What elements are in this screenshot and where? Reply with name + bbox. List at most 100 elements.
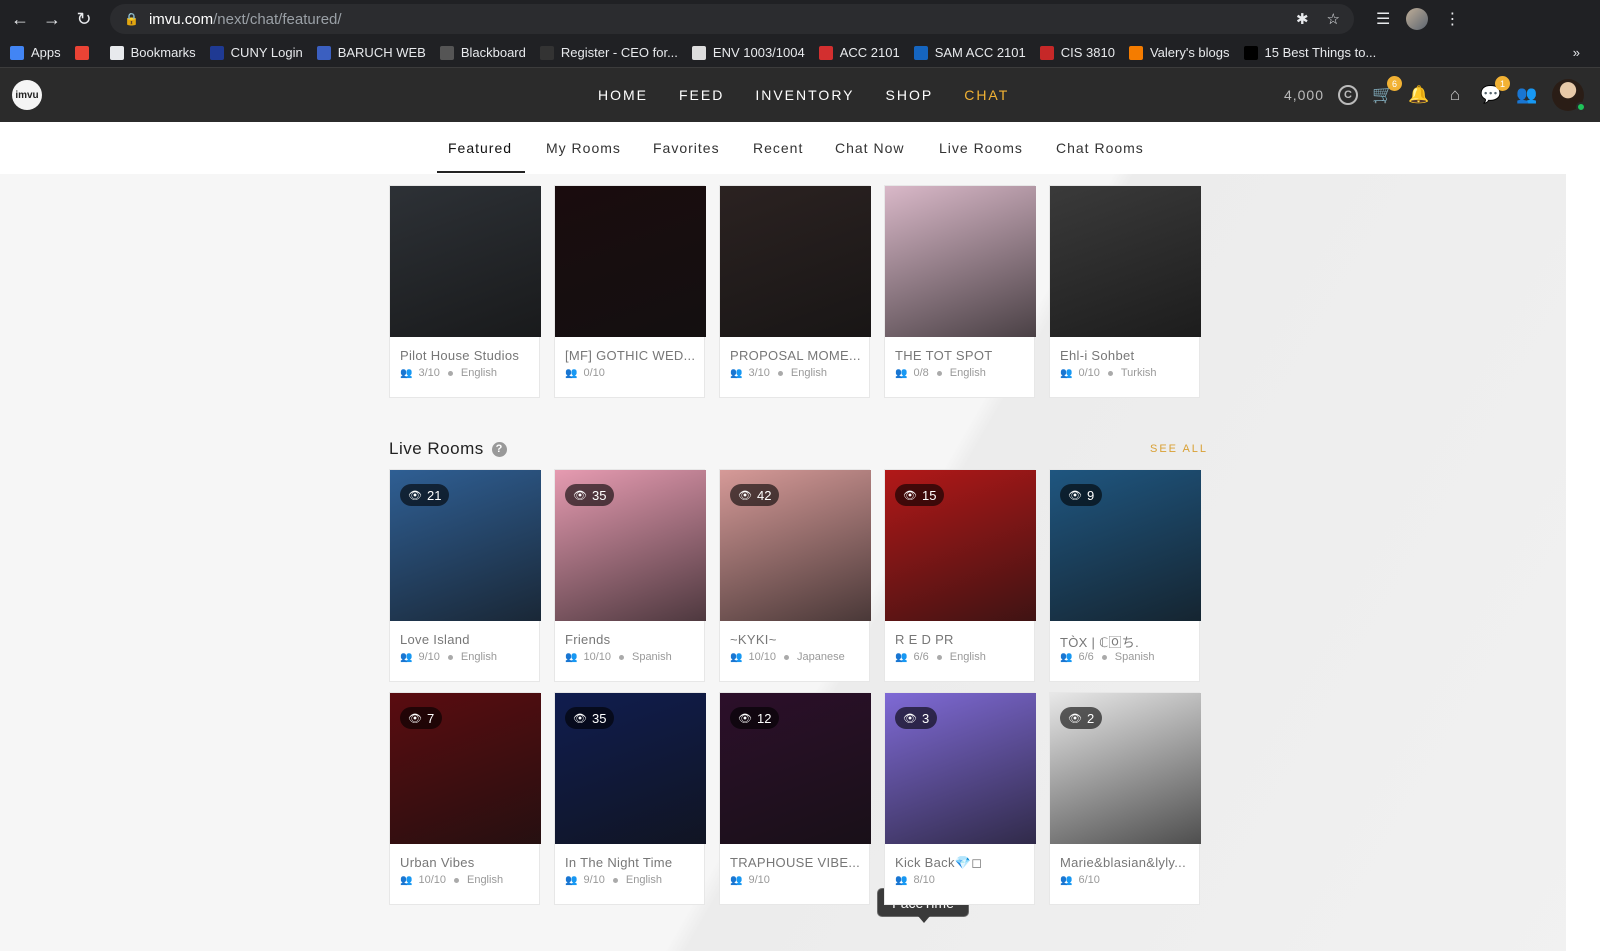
room-occupancy: 0/10 [583, 367, 605, 379]
tab-recent[interactable]: Recent [753, 140, 803, 156]
bookmark-item[interactable]: CUNY Login [209, 45, 303, 60]
room-thumbnail[interactable]: 👁 42 [720, 470, 871, 621]
room-meta: 👥 8/10 [895, 874, 935, 886]
live-room-card[interactable]: 👁 3 Kick Back💎◻ 👥 8/10 [884, 692, 1036, 905]
bookmark-item[interactable]: Apps [10, 45, 61, 60]
back-arrow-icon[interactable]: ← [4, 3, 36, 35]
room-thumbnail[interactable]: 👁 15 [885, 470, 1036, 621]
bookmark-item[interactable]: Blackboard [439, 45, 526, 60]
credits-balance: 4,000 [1283, 87, 1324, 103]
tab-featured[interactable]: Featured [448, 140, 512, 156]
room-meta: 👥 0/10 Turkish [1060, 367, 1157, 379]
live-rooms-title: Live Rooms [389, 439, 484, 458]
bookmark-item[interactable]: Bookmarks [109, 45, 196, 60]
eye-icon: 👁 [408, 712, 422, 725]
bookmark-item[interactable]: Register - CEO for... [539, 45, 678, 60]
bookmark-item[interactable]: ENV 1003/1004 [691, 45, 805, 60]
cart-icon[interactable]: 🛒 6 [1372, 76, 1402, 106]
featured-room-card[interactable]: Ehl-i Sohbet 👥 0/10 Turkish [1049, 185, 1201, 398]
bookmark-item[interactable]: 15 Best Things to... [1243, 45, 1377, 60]
featured-room-card[interactable]: [MF] GOTHIC WED... 👥 0/10 [554, 185, 706, 398]
room-thumbnail[interactable]: 👁 2 [1050, 693, 1201, 844]
nav-chat[interactable]: CHAT [964, 87, 1009, 103]
extension-blocked-icon[interactable]: ✱ [1296, 10, 1309, 28]
live-room-card[interactable]: 👁 21 Love Island 👥 9/10 English [389, 469, 541, 682]
tab-chat-now[interactable]: Chat Now [835, 140, 904, 156]
home-room-icon[interactable]: ⌂ [1444, 84, 1466, 106]
room-thumbnail[interactable]: 👁 7 [390, 693, 541, 844]
separator-dot [1107, 370, 1113, 376]
room-occupancy: 0/8 [913, 367, 929, 379]
separator-dot [1101, 654, 1107, 660]
room-thumbnail[interactable] [885, 186, 1036, 337]
live-room-card[interactable]: 👁 9 TÒX | ℂ🄾ち. 👥 6/6 Spanish [1049, 469, 1201, 682]
room-thumbnail[interactable]: 👁 9 [1050, 470, 1201, 621]
messages-badge: 1 [1495, 76, 1510, 91]
profile-avatar[interactable] [1406, 8, 1429, 30]
credits-coin-icon[interactable]: C [1338, 85, 1358, 105]
live-room-card[interactable]: 👁 7 Urban Vibes 👥 10/10 English [389, 692, 541, 905]
room-thumbnail[interactable]: 👁 12 [720, 693, 871, 844]
room-language: English [949, 651, 986, 663]
room-name: ~KYKI~ [730, 632, 777, 647]
address-bar[interactable]: 🔒 imvu.com/next/chat/featured/ ✱ ☆ [110, 4, 1354, 34]
help-icon[interactable]: ? [491, 441, 507, 457]
room-thumbnail[interactable] [555, 186, 706, 337]
live-room-card[interactable]: 👁 12 TRAPHOUSE VIBE... 👥 9/10 [719, 692, 871, 905]
notifications-bell-icon[interactable]: 🔔 [1408, 84, 1430, 106]
user-avatar[interactable] [1552, 79, 1586, 112]
friends-icon[interactable]: 👥 [1516, 84, 1538, 106]
imvu-logo[interactable]: imvu [12, 80, 42, 110]
bookmark-item[interactable] [74, 45, 96, 60]
bookmarks-overflow-button[interactable]: » [1573, 45, 1580, 60]
room-meta: 👥 6/10 [1060, 874, 1100, 886]
room-language: Spanish [1114, 651, 1155, 663]
live-room-card[interactable]: 👁 15 R E D PR 👥 6/6 English [884, 469, 1036, 682]
separator-dot [612, 877, 618, 883]
featured-room-card[interactable]: PROPOSAL MOME... 👥 3/10 English [719, 185, 871, 398]
room-thumbnail[interactable] [1050, 186, 1201, 337]
nav-inventory[interactable]: INVENTORY [755, 87, 854, 103]
room-thumbnail[interactable]: 👁 35 [555, 470, 706, 621]
room-thumbnail[interactable]: 👁 35 [555, 693, 706, 844]
room-occupancy: 3/10 [748, 367, 770, 379]
room-thumbnail[interactable]: 👁 21 [390, 470, 541, 621]
reload-icon[interactable]: ↻ [68, 3, 100, 35]
nav-shop[interactable]: SHOP [886, 87, 934, 103]
nav-feed[interactable]: FEED [679, 87, 724, 103]
live-room-card[interactable]: 👁 2 Marie&blasian&lyly... 👥 6/10 [1049, 692, 1201, 905]
tab-chat-rooms[interactable]: Chat Rooms [1056, 140, 1144, 156]
tab-live-rooms[interactable]: Live Rooms [939, 140, 1023, 156]
url-path: /next/chat/featured/ [213, 10, 342, 28]
bookmark-label: 15 Best Things to... [1264, 45, 1377, 60]
live-room-card[interactable]: 👁 42 ~KYKI~ 👥 10/10 Japanese [719, 469, 871, 682]
forward-arrow-icon[interactable]: → [36, 3, 68, 35]
room-language: Spanish [631, 651, 672, 663]
bookmark-item[interactable]: Valery's blogs [1128, 45, 1230, 60]
bookmark-item[interactable]: CIS 3810 [1039, 45, 1115, 60]
separator-dot [936, 654, 942, 660]
room-thumbnail[interactable] [720, 186, 871, 337]
bookmark-item[interactable]: ACC 2101 [818, 45, 900, 60]
browser-toolbar: ← → ↻ 🔒 imvu.com/next/chat/featured/ ✱ ☆… [0, 0, 1600, 38]
bookmark-star-icon[interactable]: ☆ [1327, 10, 1340, 28]
bookmark-label: Register - CEO for... [560, 45, 678, 60]
messages-icon[interactable]: 💬 1 [1480, 76, 1510, 106]
tab-favorites[interactable]: Favorites [653, 140, 720, 156]
reading-list-icon[interactable]: ☰ [1376, 9, 1390, 29]
menu-kebab-icon[interactable]: ⋮ [1444, 9, 1460, 29]
live-room-card[interactable]: 👁 35 Friends 👥 10/10 Spanish [554, 469, 706, 682]
bookmark-item[interactable]: BARUCH WEB [316, 45, 426, 60]
featured-room-card[interactable]: Pilot House Studios 👥 3/10 English [389, 185, 541, 398]
see-all-link[interactable]: SEE ALL [1150, 443, 1208, 455]
viewer-count-badge: 👁 15 [895, 484, 945, 506]
featured-room-card[interactable]: THE TOT SPOT 👥 0/8 English [884, 185, 1036, 398]
page-scrollbar[interactable] [1566, 122, 1600, 951]
nav-home[interactable]: HOME [598, 87, 648, 103]
tab-my-rooms[interactable]: My Rooms [546, 140, 621, 156]
room-thumbnail[interactable] [390, 186, 541, 337]
live-room-card[interactable]: 👁 35 In The Night Time 👥 9/10 English [554, 692, 706, 905]
room-name: Ehl-i Sohbet [1060, 348, 1135, 363]
room-thumbnail[interactable]: 👁 3 [885, 693, 1036, 844]
bookmark-item[interactable]: SAM ACC 2101 [913, 45, 1026, 60]
